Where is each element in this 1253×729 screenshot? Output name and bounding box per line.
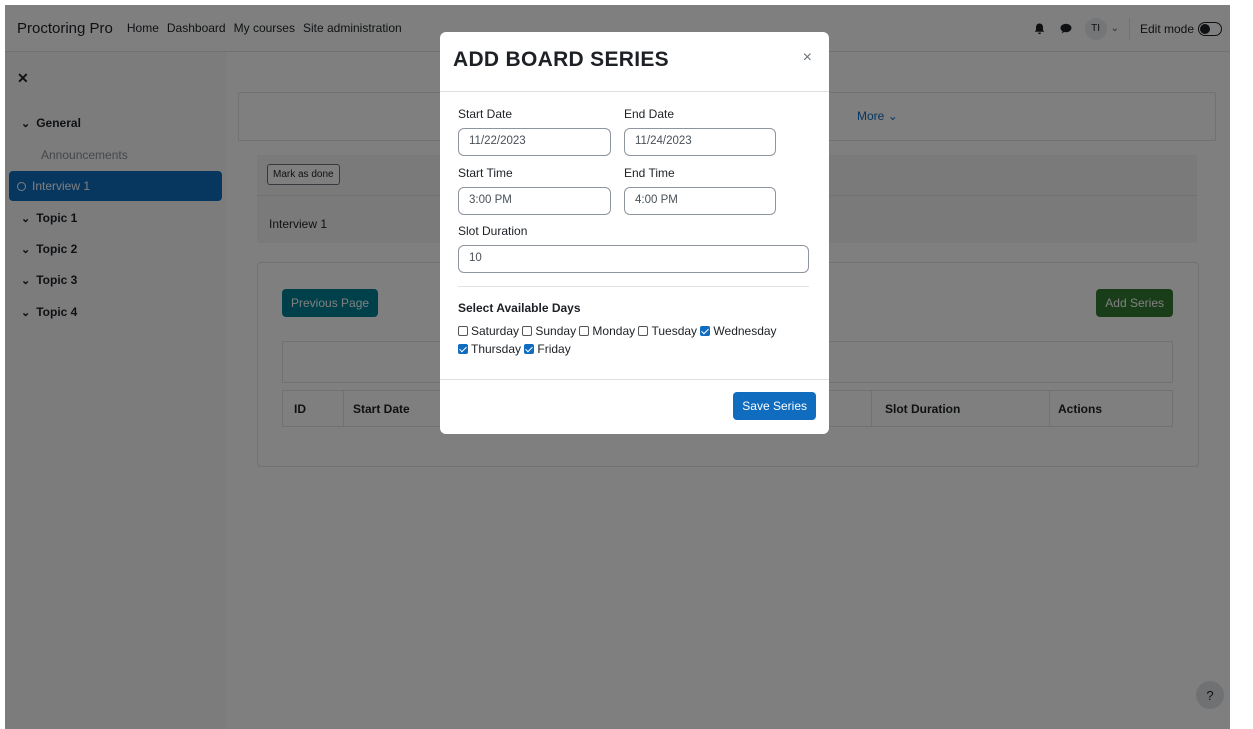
add-board-series-modal: ADD BOARD SERIES × Start Date End Date 1… — [440, 32, 829, 434]
start-time-input[interactable]: 3:00 PM — [458, 187, 611, 215]
save-series-button[interactable]: Save Series — [733, 392, 816, 420]
day-label: Wednesday — [713, 324, 777, 338]
divider — [458, 286, 809, 287]
day-option-saturday[interactable]: Saturday — [458, 324, 519, 338]
day-label: Monday — [592, 324, 636, 338]
start-time-label: Start Time — [458, 166, 513, 180]
day-label: Tuesday — [651, 324, 698, 338]
day-option-tuesday[interactable]: Tuesday — [638, 324, 697, 338]
checkbox-friday[interactable] — [524, 344, 535, 354]
modal-header: ADD BOARD SERIES × — [440, 32, 829, 92]
checkbox-sunday[interactable] — [522, 326, 533, 336]
app-frame: Proctoring Pro Home Dashboard My courses… — [5, 5, 1230, 729]
start-date-label: Start Date — [458, 107, 513, 121]
close-icon[interactable]: × — [803, 49, 812, 67]
checkbox-wednesday[interactable] — [700, 326, 711, 336]
end-date-input[interactable]: 11/24/2023 — [624, 128, 776, 156]
day-option-monday[interactable]: Monday — [579, 324, 635, 338]
checkbox-tuesday[interactable] — [638, 326, 649, 336]
modal-footer-divider — [440, 379, 829, 380]
available-days-title: Select Available Days — [458, 301, 581, 315]
day-label: Sunday — [535, 324, 577, 338]
slot-duration-label: Slot Duration — [458, 224, 528, 238]
day-option-wednesday[interactable]: Wednesday — [700, 324, 777, 338]
slot-duration-input[interactable]: 10 — [458, 245, 809, 273]
day-option-thursday[interactable]: Thursday — [458, 342, 521, 356]
checkbox-monday[interactable] — [579, 326, 590, 336]
day-label: Thursday — [471, 342, 522, 356]
end-time-label: End Time — [624, 166, 675, 180]
end-time-input[interactable]: 4:00 PM — [624, 187, 776, 215]
end-date-label: End Date — [624, 107, 675, 121]
checkbox-thursday[interactable] — [458, 344, 468, 354]
day-label: Friday — [537, 342, 571, 356]
day-label: Saturday — [471, 324, 520, 338]
day-option-friday[interactable]: Friday — [524, 342, 571, 356]
modal-title: ADD BOARD SERIES — [453, 48, 669, 71]
checkbox-saturday[interactable] — [458, 326, 468, 336]
day-option-sunday[interactable]: Sunday — [522, 324, 576, 338]
start-date-input[interactable]: 11/22/2023 — [458, 128, 611, 156]
available-days-group: Saturday Sunday Monday Tuesday Wednesday… — [458, 322, 798, 358]
